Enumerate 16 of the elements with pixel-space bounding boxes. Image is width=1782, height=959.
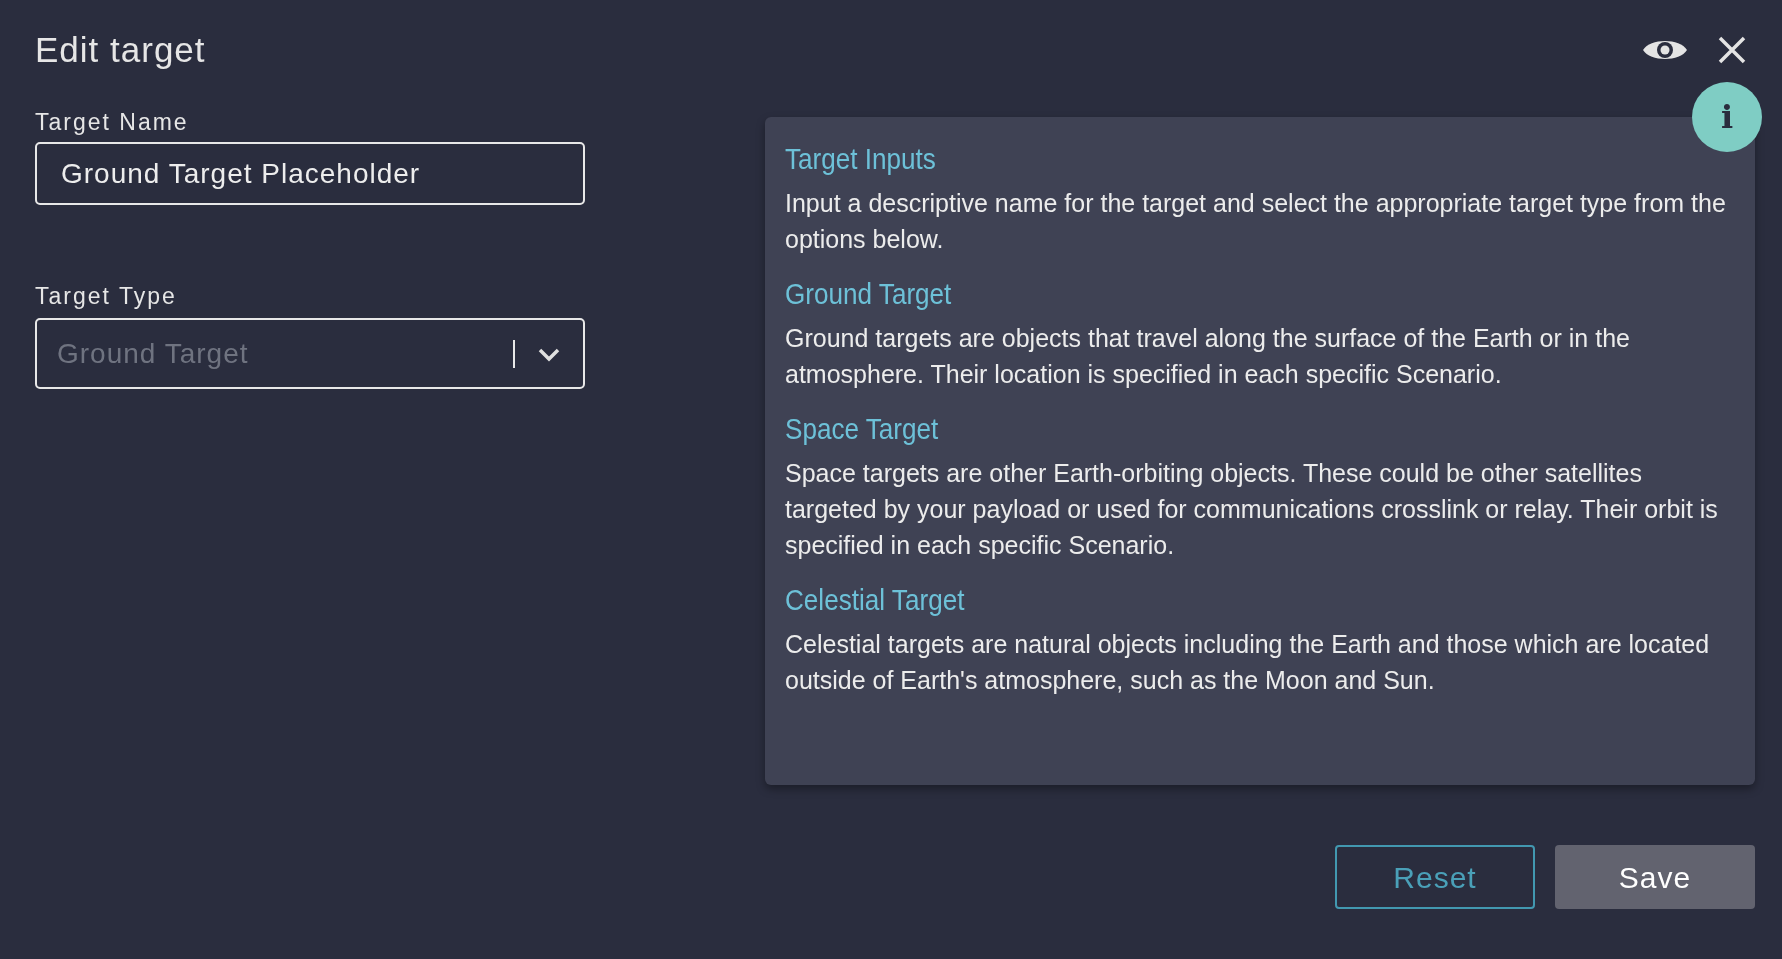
section-text: Celestial targets are natural objects including the Earth and those which are located outside of Earth's atmosphere, such as the Moon and Sun.	[785, 629, 1711, 696]
save-button[interactable]: Save	[1555, 845, 1755, 909]
section-text: Ground targets are objects that travel along the surface of the Earth or in the atmosphere. Their location is specified in each specific Scenario.	[785, 323, 1631, 390]
section-text: Space targets are other Earth-orbiting objects. These could be other satellites targeted by your payload or used for communications crosslink or relay. Their orbit is specified in each specific Scenario.	[785, 458, 1719, 561]
dialog-title: Edit target	[35, 32, 206, 67]
field-label: Target Type	[35, 285, 178, 308]
section-text: Input a descriptive name for the target and select the appropriate target type from the options below.	[785, 188, 1727, 255]
close-icon[interactable]	[1718, 35, 1746, 64]
section-heading: Celestial Target	[785, 583, 966, 618]
section-heading: Ground Target	[785, 277, 953, 312]
reset-button[interactable]: Reset	[1335, 845, 1535, 909]
section-heading: Space Target	[785, 412, 940, 447]
input-field[interactable]: Ground Target Placeholder	[35, 142, 585, 205]
section-heading: Target Inputs	[785, 142, 937, 177]
field-label: Target Name	[35, 111, 190, 134]
info-badge[interactable]: i	[1692, 82, 1762, 152]
